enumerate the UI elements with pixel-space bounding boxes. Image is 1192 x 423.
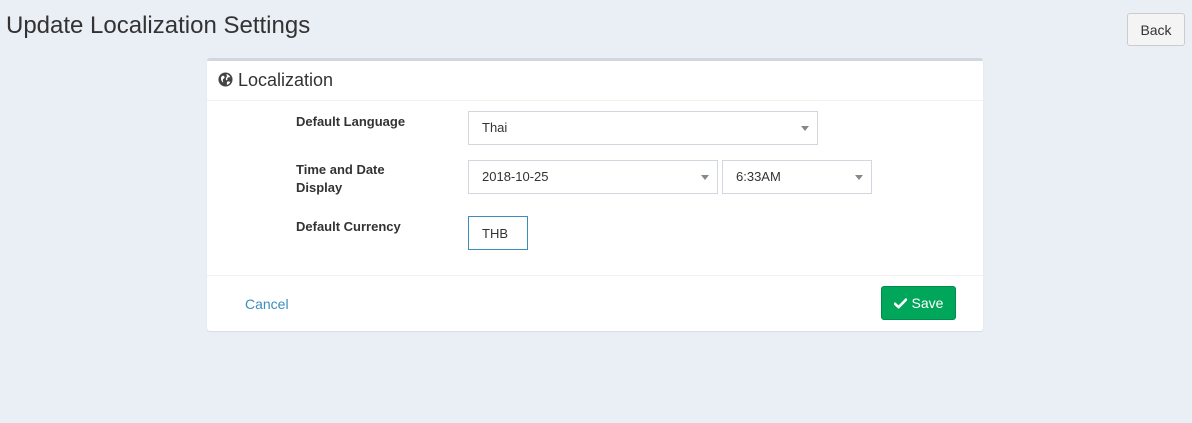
time-date-display-label-line2: Display: [296, 180, 343, 195]
default-currency-label: Default Currency: [296, 219, 401, 234]
default-language-select[interactable]: Thai: [468, 111, 818, 145]
globe-icon: [218, 72, 233, 87]
cancel-link[interactable]: Cancel: [245, 295, 289, 313]
panel-header: Localization: [207, 61, 983, 101]
chevron-down-icon: [701, 175, 709, 180]
panel-title: Localization: [238, 70, 334, 90]
time-format-value: 6:33AM: [736, 169, 781, 184]
save-label: Save: [911, 295, 944, 311]
default-currency-input[interactable]: [468, 216, 528, 250]
localization-panel: Localization Default Language Thai Time …: [207, 58, 983, 331]
default-language-label: Default Language: [296, 114, 406, 129]
chevron-down-icon: [801, 126, 809, 131]
panel-footer: Cancel Save: [207, 275, 983, 331]
page-title: Update Localization Settings: [6, 12, 311, 39]
page: Update Localization Settings Back Locali…: [0, 0, 1192, 423]
default-language-value: Thai: [482, 120, 508, 135]
chevron-down-icon: [855, 175, 863, 180]
date-format-select[interactable]: 2018-10-25: [468, 160, 718, 194]
time-format-select[interactable]: 6:33AM: [722, 160, 872, 194]
check-icon: [893, 297, 907, 308]
save-button[interactable]: Save: [881, 286, 956, 320]
time-date-display-label: Time and Date Display: [296, 161, 385, 197]
time-date-display-label-line1: Time and Date: [296, 162, 385, 177]
date-format-value: 2018-10-25: [482, 169, 549, 184]
back-button[interactable]: Back: [1127, 13, 1185, 46]
